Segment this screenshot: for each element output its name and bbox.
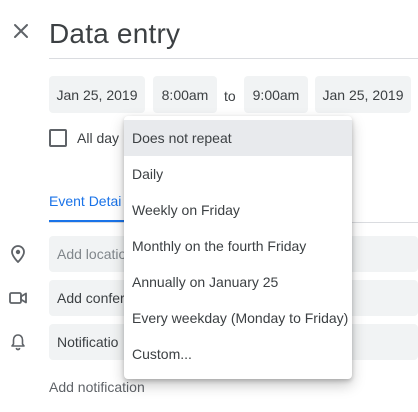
repeat-option[interactable]: Daily: [124, 156, 352, 192]
start-time-chip[interactable]: 8:00am: [153, 76, 217, 113]
repeat-option[interactable]: Every weekday (Monday to Friday): [124, 300, 352, 336]
start-date-chip[interactable]: Jan 25, 2019: [49, 76, 145, 113]
repeat-dropdown-menu: Does not repeat Daily Weekly on Friday Mont…: [124, 116, 352, 379]
all-day-row: All day: [49, 128, 119, 148]
repeat-option[interactable]: Monthly on the fourth Friday: [124, 228, 352, 264]
close-icon[interactable]: [10, 20, 32, 42]
bell-icon: [9, 333, 27, 351]
repeat-option[interactable]: Weekly on Friday: [124, 192, 352, 228]
to-label: to: [224, 88, 236, 104]
location-pin-icon: [9, 245, 27, 263]
title-field[interactable]: Data entry: [49, 10, 418, 59]
add-notification-link[interactable]: Add notification: [49, 379, 145, 395]
repeat-option[interactable]: Does not repeat: [124, 120, 352, 156]
end-date-chip[interactable]: Jan 25, 2019: [315, 76, 411, 113]
repeat-option[interactable]: Annually on January 25: [124, 264, 352, 300]
repeat-option[interactable]: Custom...: [124, 336, 352, 372]
event-title[interactable]: Data entry: [49, 18, 180, 50]
event-editor: Data entry Jan 25, 2019 8:00am to 9:00am…: [0, 0, 418, 412]
tab-event-details[interactable]: Event Detai: [49, 193, 121, 209]
video-camera-icon: [9, 289, 27, 307]
end-time-chip[interactable]: 9:00am: [244, 76, 308, 113]
all-day-label: All day: [77, 130, 120, 146]
all-day-checkbox[interactable]: [49, 129, 67, 147]
